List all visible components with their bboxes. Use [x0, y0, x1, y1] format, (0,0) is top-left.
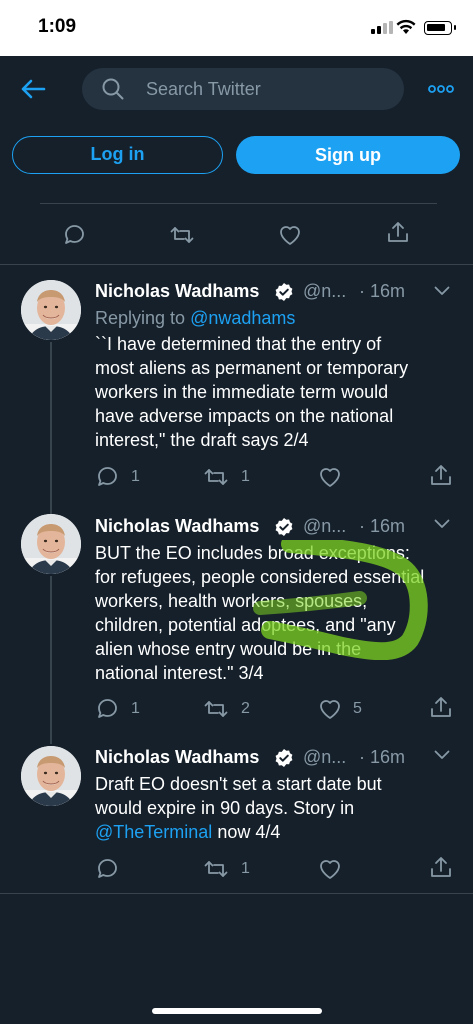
tweet-text-line: would expire in 90 days. Story in [95, 798, 355, 818]
author-name[interactable]: Nicholas Wadhams [95, 516, 259, 537]
retweet-count: 1 [241, 468, 250, 485]
tweet-text-line: alien whose entry would be in the [95, 639, 362, 659]
verified-badge-icon [274, 517, 294, 537]
heart-icon[interactable] [317, 856, 343, 882]
share-icon[interactable] [428, 695, 454, 721]
retweet-count: 2 [241, 700, 250, 717]
tweet-text: ``I have determined that the entry of mo… [95, 332, 455, 452]
avatar[interactable] [21, 280, 81, 340]
tweet-text-line: for refugees, people considered essentia… [95, 567, 425, 587]
author-handle[interactable]: @n... [303, 281, 346, 302]
reply-icon[interactable] [62, 222, 88, 248]
reply-icon[interactable] [95, 856, 121, 882]
tweet-text-line: workers in the immediate term would [95, 382, 389, 402]
tweet-action-bar: 1 1 [0, 464, 473, 492]
replying-to: Replying to @nwadhams [95, 308, 295, 329]
tweet-text: Draft EO doesn't set a start date but wo… [95, 772, 455, 844]
signal-icon [371, 21, 393, 34]
share-icon[interactable] [385, 220, 411, 246]
share-icon[interactable] [428, 463, 454, 489]
tweet-text-line: national interest." 3/4 [95, 663, 264, 683]
divider [40, 203, 437, 204]
search-input[interactable]: Search Twitter [82, 68, 404, 110]
tweet-action-bar: 1 [0, 856, 473, 884]
arrow-left-icon[interactable] [20, 78, 46, 100]
avatar[interactable] [21, 514, 81, 574]
retweet-icon[interactable] [203, 696, 229, 722]
status-bar: 1:09 [0, 0, 473, 56]
share-icon[interactable] [428, 855, 454, 881]
tweet-text-line: @TheTerminal now 4/4 [95, 820, 455, 844]
tweet[interactable]: Nicholas Wadhams @n... · 16m Draft EO do… [0, 734, 473, 894]
tweet-text: BUT the EO includes broad exceptions: fo… [95, 541, 465, 685]
divider [0, 893, 473, 894]
login-button[interactable]: Log in [12, 136, 223, 174]
retweet-icon[interactable] [203, 856, 229, 882]
tweet-text-line: BUT the EO includes broad exceptions: [95, 543, 410, 563]
home-indicator[interactable] [152, 1008, 322, 1014]
heart-icon[interactable] [317, 464, 343, 490]
signup-button[interactable]: Sign up [236, 136, 460, 174]
tweet-text-line: workers, health workers, spouses, [95, 591, 368, 611]
retweet-icon[interactable] [203, 464, 229, 490]
heart-icon[interactable] [317, 696, 343, 722]
chevron-down-icon[interactable] [434, 286, 450, 296]
top-bar: Search Twitter [0, 56, 473, 126]
avatar[interactable] [21, 746, 81, 806]
retweet-icon[interactable] [169, 222, 195, 248]
like-count: 5 [353, 700, 362, 717]
chevron-down-icon[interactable] [434, 519, 450, 529]
tweet[interactable]: Nicholas Wadhams @n... · 16m Replying to… [0, 264, 473, 510]
tweet-time[interactable]: · 16m [359, 747, 405, 768]
thread-line [50, 734, 52, 744]
tweet-text-line: have adverse impacts on the national [95, 406, 394, 426]
mention-link[interactable]: @nwadhams [190, 308, 295, 328]
tweet-time[interactable]: · 16m [359, 281, 405, 302]
tweet-text-line: interest," the draft says 2/4 [95, 430, 309, 450]
verified-badge-icon [274, 282, 294, 302]
tweet-time[interactable]: · 16m [359, 516, 405, 537]
author-name[interactable]: Nicholas Wadhams [95, 747, 259, 768]
author-name[interactable]: Nicholas Wadhams [95, 281, 259, 302]
auth-bar: Log in Sign up [0, 126, 473, 186]
reply-count: 1 [131, 468, 140, 485]
battery-icon [424, 21, 456, 35]
verified-badge-icon [274, 748, 294, 768]
tweet-text-line: most aliens as permanent or temporary [95, 358, 409, 378]
chevron-down-icon[interactable] [434, 750, 450, 760]
tweet-text-fragment: now 4/4 [212, 822, 281, 842]
author-handle[interactable]: @n... [303, 516, 346, 537]
tweet-text-line: ``I have determined that the entry of [95, 334, 382, 354]
reply-count: 1 [131, 700, 140, 717]
tweet-text-line: children, potential adoptees, and "any [95, 615, 396, 635]
tweet-action-bar [0, 214, 473, 256]
retweet-count: 1 [241, 860, 250, 877]
reply-icon[interactable] [95, 696, 121, 722]
wifi-icon [396, 19, 416, 34]
tweet-text-line: Draft EO doesn't set a start date but [95, 774, 382, 794]
search-icon [102, 78, 124, 100]
replying-to-label: Replying to [95, 308, 191, 328]
search-placeholder: Search Twitter [146, 79, 261, 99]
more-icon[interactable] [428, 85, 454, 93]
tweet[interactable]: Nicholas Wadhams @n... · 16m BUT the EO … [0, 510, 473, 734]
reply-icon[interactable] [95, 464, 121, 490]
mention-link[interactable]: @TheTerminal [95, 822, 212, 842]
author-handle[interactable]: @n... [303, 747, 346, 768]
status-time: 1:09 [38, 16, 77, 37]
tweet-action-bar: 1 2 5 [0, 696, 473, 724]
heart-icon[interactable] [277, 222, 303, 248]
